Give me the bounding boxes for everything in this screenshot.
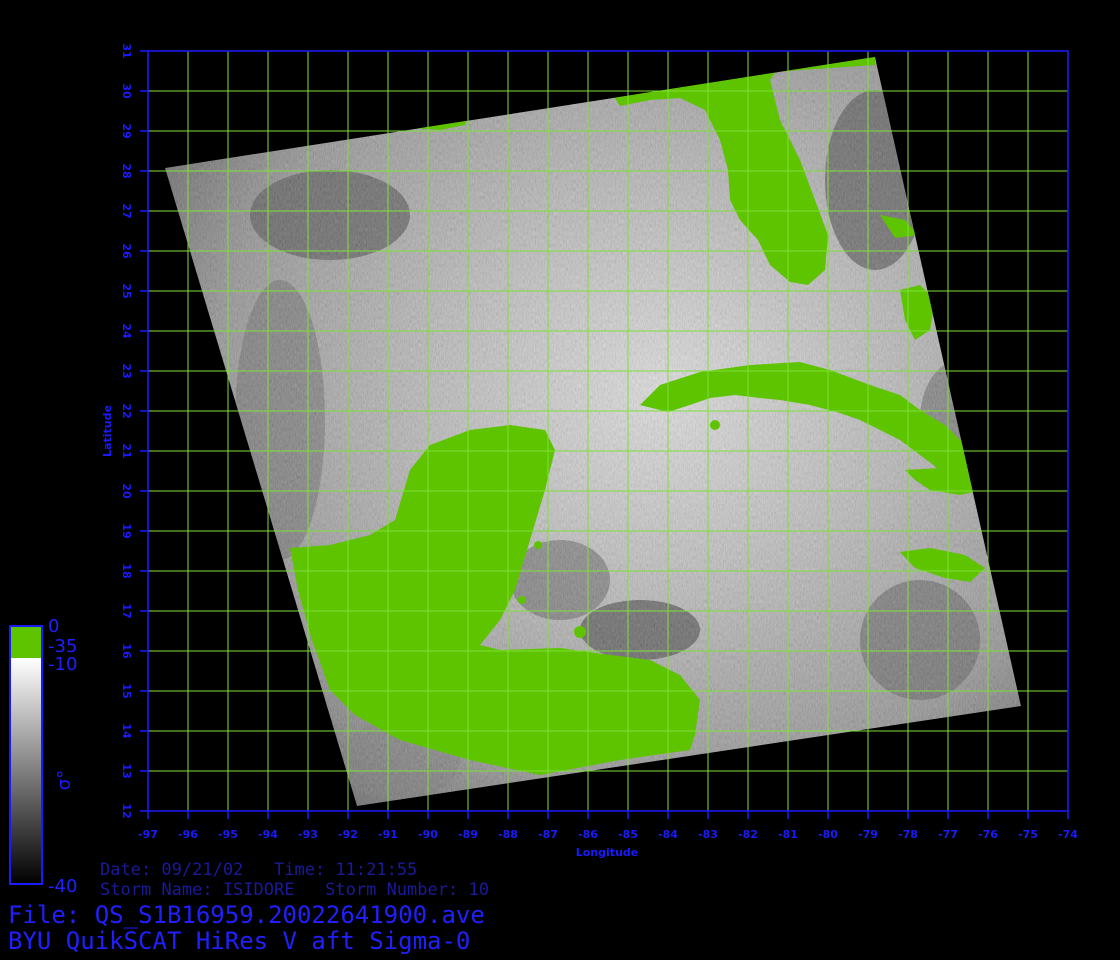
y-tick-label: 29 [120, 123, 133, 138]
x-tick-label: -79 [858, 828, 878, 841]
x-axis-ticks: -97 -96 -95 -94 -93 -92 -91 -90 -89 -88 -87 -86 -85 -… [138, 811, 1078, 841]
x-tick-label: -94 [258, 828, 278, 841]
x-tick-label: -77 [938, 828, 958, 841]
y-tick-label: 26 [120, 243, 133, 259]
y-tick-label: 27 [120, 203, 133, 218]
y-tick-label: 24 [120, 323, 133, 339]
colorbar-label-top: 0 [48, 616, 60, 637]
x-tick-label: -83 [698, 828, 718, 841]
y-axis-ticks: 12 13 14 15 16 17 18 19 20 21 22 23 24 25 26 27 28 29 30 31 [120, 43, 148, 819]
y-tick-label: 16 [120, 643, 133, 659]
y-tick-label: 13 [120, 763, 133, 778]
x-tick-label: -85 [618, 828, 638, 841]
y-tick-label: 25 [120, 283, 133, 298]
colorbar-label-10: -10 [48, 654, 78, 675]
x-tick-label: -92 [338, 828, 358, 841]
title-line: BYU QuikSCAT HiRes V aft Sigma-0 [8, 927, 471, 955]
x-tick-label: -93 [298, 828, 318, 841]
x-tick-label: -91 [378, 828, 398, 841]
y-tick-label: 20 [120, 483, 133, 499]
y-tick-label: 14 [120, 723, 133, 739]
file-line: File: QS_S1B16959.20022641900.ave [8, 901, 485, 929]
x-tick-label: -78 [898, 828, 918, 841]
y-tick-label: 18 [120, 563, 133, 578]
y-tick-label: 21 [120, 443, 133, 458]
y-tick-label: 22 [120, 403, 133, 418]
y-tick-label: 23 [120, 363, 133, 378]
x-tick-label: -87 [538, 828, 558, 841]
date-time-line: Date: 09/21/02 Time: 11:21:55 [100, 860, 418, 880]
y-tick-label: 31 [120, 43, 133, 58]
x-tick-label: -74 [1058, 828, 1078, 841]
x-tick-label: -89 [458, 828, 478, 841]
x-tick-label: -76 [978, 828, 998, 841]
x-tick-label: -96 [178, 828, 198, 841]
x-tick-label: -90 [418, 828, 438, 841]
scatterometer-map: -97 -96 -95 -94 -93 -92 -91 -90 -89 -88 -87 -86 -85 -… [9, 43, 1078, 885]
y-tick-label: 15 [120, 683, 133, 698]
y-axis-title: Latitude [101, 405, 114, 457]
y-tick-label: 19 [120, 523, 133, 538]
colorbar-label-bottom: -40 [48, 876, 78, 897]
x-tick-label: -86 [578, 828, 598, 841]
colorbar-symbol: σ° [54, 770, 75, 790]
y-tick-label: 30 [120, 83, 133, 99]
x-tick-label: -97 [138, 828, 158, 841]
y-tick-label: 28 [120, 163, 133, 178]
x-tick-label: -95 [218, 828, 238, 841]
y-tick-label: 12 [120, 803, 133, 818]
x-tick-label: -82 [738, 828, 758, 841]
x-axis-title: Longitude [576, 846, 638, 859]
y-tick-label: 17 [120, 603, 133, 618]
x-tick-label: -84 [658, 828, 678, 841]
x-tick-label: -80 [818, 828, 838, 841]
swath-image [165, 57, 1021, 806]
x-tick-label: -81 [778, 828, 798, 841]
x-tick-label: -88 [498, 828, 518, 841]
x-tick-label: -75 [1018, 828, 1038, 841]
storm-line: Storm Name: ISIDORE Storm Number: 10 [100, 880, 489, 900]
